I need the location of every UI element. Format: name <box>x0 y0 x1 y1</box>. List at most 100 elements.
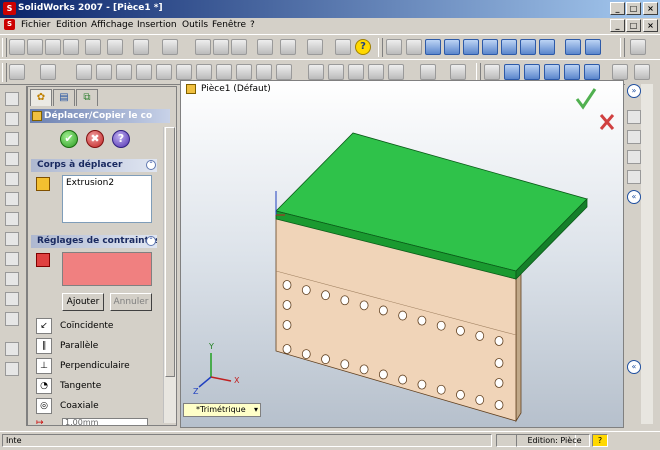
point-icon[interactable] <box>5 192 19 206</box>
offset-icon[interactable] <box>5 252 19 266</box>
design-library-icon[interactable] <box>627 130 641 144</box>
ok-button[interactable]: ✔ <box>60 130 78 148</box>
distance-input[interactable]: 1.00mm <box>62 418 148 425</box>
revolved-cut-icon[interactable] <box>176 64 192 80</box>
rectangle-icon[interactable] <box>5 112 19 126</box>
curves-icon[interactable] <box>420 64 436 80</box>
tab-feature-manager[interactable]: ✿ <box>30 89 52 106</box>
shaded-display-icon[interactable] <box>585 39 601 55</box>
extruded-cut-icon[interactable] <box>156 64 172 80</box>
repair-sketch-icon[interactable] <box>5 342 19 356</box>
constraint-tangent[interactable]: ◔ Tangente <box>36 377 156 395</box>
pan-icon[interactable] <box>520 39 536 55</box>
toolbar-grip[interactable] <box>2 38 7 57</box>
menu-help[interactable]: ? <box>250 20 255 30</box>
instant3d-icon[interactable] <box>450 64 466 80</box>
draft-icon[interactable] <box>276 64 292 80</box>
expand-icon[interactable]: « <box>627 190 641 204</box>
zoom-to-fit-icon[interactable] <box>425 39 441 55</box>
collapse-task-pane-icon[interactable]: » <box>627 84 641 98</box>
scenes-icon[interactable] <box>544 64 560 80</box>
rib-icon[interactable] <box>236 64 252 80</box>
lights-icon[interactable] <box>504 64 520 80</box>
menu-outils[interactable]: Outils <box>182 20 208 30</box>
circular-pattern-icon[interactable] <box>348 64 364 80</box>
edit-color-icon[interactable] <box>484 64 500 80</box>
smart-dimension-icon[interactable] <box>40 64 56 80</box>
display-relations-icon[interactable] <box>5 312 19 326</box>
add-button[interactable]: Ajouter <box>62 293 104 311</box>
menu-affichage[interactable]: Affichage <box>91 20 133 30</box>
rotate-icon[interactable] <box>501 39 517 55</box>
decals-icon[interactable] <box>564 64 580 80</box>
search-icon[interactable] <box>627 170 641 184</box>
selection-tool-icon[interactable] <box>386 39 402 55</box>
document-icon[interactable]: S <box>4 19 15 30</box>
collapse-icon[interactable]: ⌃ <box>146 160 156 170</box>
model-canvas[interactable]: Y X Z <box>181 81 623 427</box>
bodies-section-header[interactable]: Corps à déplacer <box>31 159 157 172</box>
reference-geometry-icon[interactable] <box>388 64 404 80</box>
options-icon[interactable] <box>630 39 646 55</box>
constraint-coincident[interactable]: ↙ Coïncidente <box>36 317 156 335</box>
help-button[interactable]: ? <box>112 130 130 148</box>
line-icon[interactable] <box>5 92 19 106</box>
save-icon[interactable] <box>45 39 61 55</box>
mirror-entities-icon[interactable] <box>5 272 19 286</box>
constraint-coaxial[interactable]: ◎ Coaxiale <box>36 397 156 415</box>
resources-icon[interactable] <box>627 110 641 124</box>
status-help-icon[interactable]: ? <box>592 434 608 447</box>
mirror-icon[interactable] <box>368 64 384 80</box>
scrollbar-thumb[interactable] <box>165 127 175 377</box>
menu-fichier[interactable]: Fichier <box>21 20 50 30</box>
fillet-icon[interactable] <box>196 64 212 80</box>
cancel-button[interactable]: Annuler <box>110 293 152 311</box>
select-filter-icon[interactable] <box>213 39 229 55</box>
cut-icon[interactable] <box>107 39 123 55</box>
toolbar-grip[interactable] <box>620 38 625 57</box>
section-view-icon[interactable] <box>565 39 581 55</box>
arc-icon[interactable] <box>5 152 19 166</box>
maximize-button[interactable]: □ <box>626 2 641 15</box>
view-name-label[interactable]: *Trimétrique ▾ <box>183 403 261 417</box>
appearance-icon[interactable] <box>584 64 600 80</box>
grid-icon[interactable] <box>257 39 273 55</box>
viewport-scrollbar[interactable] <box>641 84 653 424</box>
open-icon[interactable] <box>27 39 43 55</box>
render-icon[interactable] <box>612 64 628 80</box>
menu-fenetre[interactable]: Fenêtre <box>212 20 246 30</box>
doc-close-button[interactable]: × <box>643 19 658 32</box>
tab-configuration-manager[interactable]: ⧉ <box>76 89 98 106</box>
minimize-button[interactable]: _ <box>610 2 625 15</box>
linear-pattern-icon[interactable] <box>328 64 344 80</box>
sketch-block-icon[interactable] <box>5 362 19 376</box>
print-preview-icon[interactable] <box>85 39 101 55</box>
solidworks-app-icon[interactable]: S <box>3 2 16 15</box>
list-item[interactable]: Extrusion2 <box>66 178 148 188</box>
add-relation-icon[interactable] <box>5 292 19 306</box>
chamfer-icon[interactable] <box>216 64 232 80</box>
spline-icon[interactable] <box>5 172 19 186</box>
hole-wizard-icon[interactable] <box>308 64 324 80</box>
shell-icon[interactable] <box>256 64 272 80</box>
bodies-list[interactable]: Extrusion2 <box>62 175 152 223</box>
extruded-boss-icon[interactable] <box>76 64 92 80</box>
revolved-boss-icon[interactable] <box>96 64 112 80</box>
doc-restore-button[interactable]: □ <box>626 19 641 32</box>
sketch-options-icon[interactable] <box>280 39 296 55</box>
measure-icon[interactable] <box>335 39 351 55</box>
collapse-icon[interactable]: ⌃ <box>146 236 156 246</box>
swept-boss-icon[interactable] <box>116 64 132 80</box>
cameras-icon[interactable] <box>524 64 540 80</box>
zoom-selection-icon[interactable] <box>482 39 498 55</box>
file-explorer-icon[interactable] <box>627 150 641 164</box>
close-button[interactable]: × <box>643 2 658 15</box>
camera-icon[interactable] <box>406 39 422 55</box>
doc-minimize-button[interactable]: _ <box>610 19 625 32</box>
lofted-boss-icon[interactable] <box>136 64 152 80</box>
constraint-perpendicular[interactable]: ⊥ Perpendiculaire <box>36 357 156 375</box>
view-orientation-icon[interactable] <box>307 39 323 55</box>
photoworks-icon[interactable] <box>634 64 650 80</box>
toolbar-grip[interactable] <box>2 63 7 82</box>
tab-property-manager[interactable]: ▤ <box>53 89 75 106</box>
